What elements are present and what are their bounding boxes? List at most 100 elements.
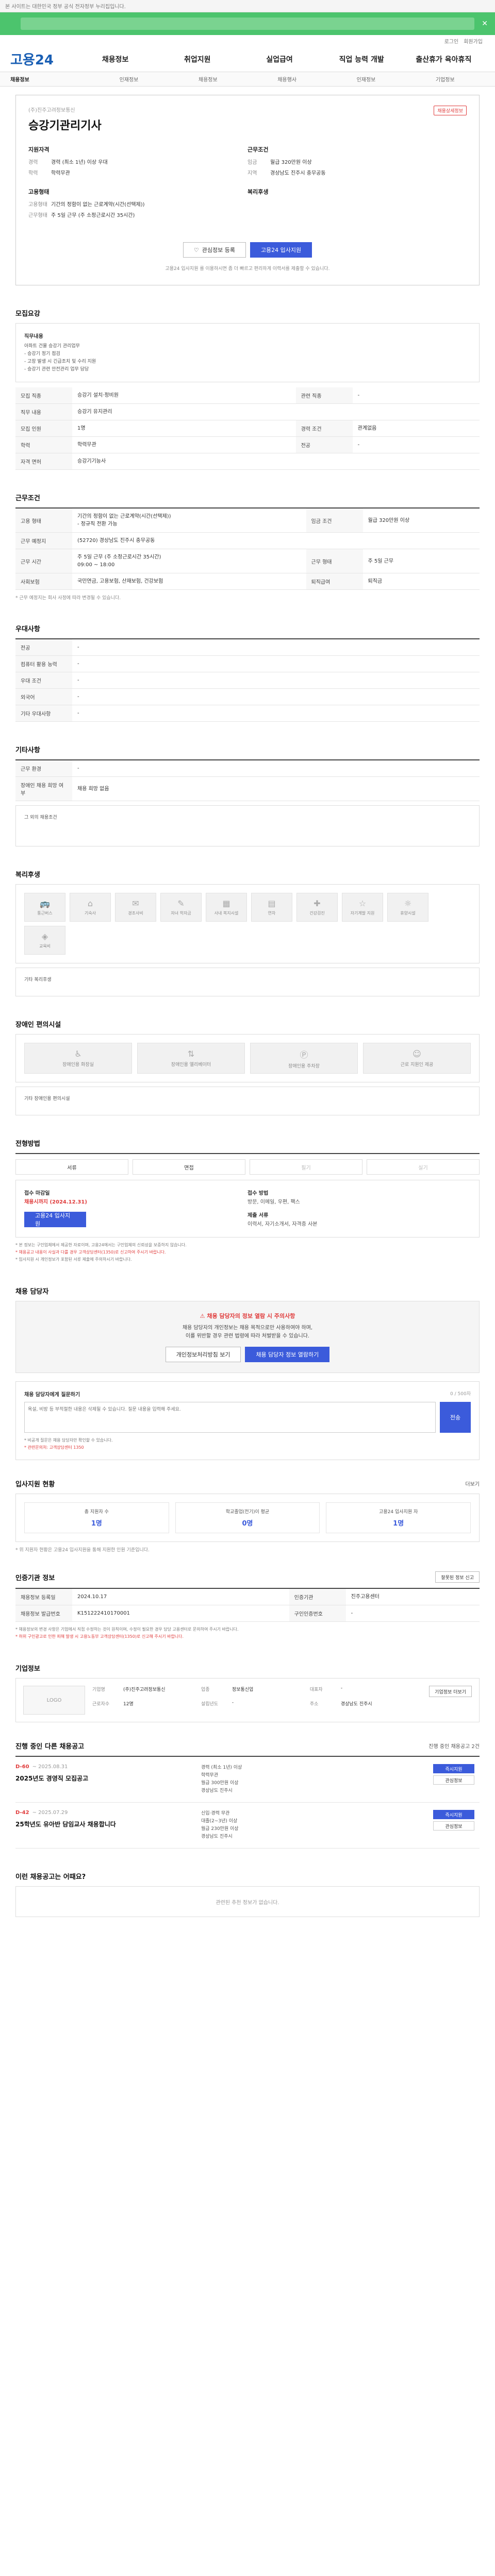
work-col: 근무조건 임금 월급 320만원 이상 지역 경상남도 진주시 충무공동	[248, 145, 467, 179]
table-value: K151222410170001	[72, 1605, 289, 1622]
subnav-item[interactable]: 채용정보	[169, 75, 248, 83]
disability-item: ⇅ 장애인용 엘리베이터	[137, 1043, 245, 1074]
related-apply-button[interactable]: 즉시지원	[433, 1810, 474, 1819]
welfare-label: 자녀 학자금	[171, 911, 191, 916]
table-value: -	[72, 655, 480, 672]
scrap-button-label: 관심정보 등록	[202, 247, 235, 253]
elevator-icon: ⇅	[187, 1049, 195, 1059]
related-scrap-button[interactable]: 관심정보	[433, 1775, 474, 1785]
related-info: 경력 (최소 1년) 이상 학력무관 월급 300만원 이상 경상남도 진주시	[201, 1765, 242, 1793]
related-date: ~ 2025.07.29	[32, 1810, 68, 1816]
report-button[interactable]: 잘못된 정보 신고	[435, 1571, 480, 1583]
method-value: 방문, 이메일, 우편, 팩스	[248, 1199, 300, 1205]
nav-item-jobs[interactable]: 채용정보	[74, 54, 156, 64]
summary-row: 경력 경력 (최소 1년) 이상 우대	[28, 158, 248, 165]
company-key: 근로자수	[92, 1702, 110, 1707]
view-contact-button[interactable]: 채용 담당자 정보 열람하기	[245, 1347, 330, 1362]
table-key: 경력 조건	[295, 420, 353, 437]
contact-buttons: 개인정보처리방침 보기 채용 담당자 정보 열람하기	[26, 1347, 469, 1362]
alert-icon: ⚠	[200, 1313, 207, 1319]
list-item[interactable]: D-60 ~ 2025.08.31 2025년도 경영직 모집공고 경력 (최소 …	[15, 1757, 480, 1803]
summary-value: 경상남도 진주시 충무공동	[270, 171, 326, 176]
list-item[interactable]: D-42 ~ 2025.07.29 25학년도 유아반 담임교사 채용합니다 신입…	[15, 1803, 480, 1849]
company-name[interactable]: (주)진주고려정보통신	[28, 106, 467, 113]
disability-item: ☺ 근로 지원인 제공	[363, 1043, 471, 1074]
table-key: 우대 조건	[15, 672, 72, 689]
welfare-item: ▦ 사내 복지시설	[206, 893, 247, 922]
other-heading: 기타사항	[15, 747, 40, 754]
welfare-extra-box: 기타 복리후생	[15, 968, 480, 996]
disability-box: ♿ 장애인용 화장실 ⇅ 장애인용 엘리베이터 Ⓟ 장애인용 주차장 ☺ 근로 지원인 …	[15, 1034, 480, 1082]
subnav-item[interactable]: 인재정보	[326, 75, 405, 83]
disability-item: ♿ 장애인용 화장실	[24, 1043, 132, 1074]
star-icon: ☆	[358, 899, 367, 908]
nav-item-leave[interactable]: 출산휴가 육아휴직	[403, 54, 485, 64]
contact-heading: 채용 담당자	[15, 1288, 49, 1296]
welfare-label: 사내 복지시설	[214, 911, 239, 916]
company-field: 주소 경상남도 진주시	[310, 1700, 419, 1713]
info-table: 채용정보 등록일 2024.10.17 인증기관 진주고용센터 채용정보 발급번호 K1…	[15, 1588, 480, 1622]
other-extra-label: 그 외의 채용조건	[24, 815, 57, 820]
gift-icon: ✉	[132, 899, 139, 908]
top-notice-bar: 본 사이트는 대한민국 정부 공식 전자정부 누리집입니다.	[0, 0, 495, 12]
table-value: 주 5일 근무 (주 소정근로시간 35시간) 09:00 ~ 18:00	[72, 549, 306, 573]
join-link[interactable]: 회원가입	[464, 37, 483, 45]
apply-button[interactable]: 고용24 입사지원	[250, 242, 312, 258]
qa-send-button[interactable]: 전송	[440, 1402, 471, 1433]
table-value: (52720) 경상남도 진주시 충무공동	[72, 532, 480, 549]
table-key: 외국어	[15, 688, 72, 705]
table-value: -	[352, 436, 480, 453]
related-apply-button[interactable]: 즉시지원	[433, 1764, 474, 1773]
subnav-item[interactable]: 채용행사	[248, 75, 326, 83]
related-title[interactable]: 2025년도 경영직 모집공고	[15, 1774, 201, 1783]
method-col: 접수 방법 방문, 이메일, 우편, 팩스 제출 서류 이력서, 자기소개서, …	[248, 1189, 471, 1229]
subnav-item[interactable]: 기업정보	[406, 75, 485, 83]
company-more-button[interactable]: 기업정보 더보기	[429, 1686, 472, 1697]
stat-number: 1명	[393, 1520, 404, 1528]
qa-input[interactable]	[24, 1402, 436, 1433]
nav-item-support[interactable]: 취업지원	[156, 54, 238, 64]
related-heading: 진행 중인 다른 채용공고	[15, 1743, 85, 1751]
table-key: 직무 내용	[15, 403, 72, 420]
logo[interactable]: 고용24	[10, 49, 54, 69]
table-value: 승강기 설치·정비원	[72, 387, 296, 404]
company-value: 정보통신업	[232, 1687, 254, 1692]
table-key: 컴퓨터 활용 능력	[15, 655, 72, 672]
welfare-item: ☼ 휴양시설	[387, 893, 428, 922]
company-heading: 기업정보	[15, 1665, 40, 1673]
table-row: 외국어 -	[15, 688, 480, 705]
step-practical: 실기	[367, 1159, 480, 1175]
process-heading: 전형방법	[15, 1140, 40, 1148]
nav-item-benefit[interactable]: 실업급여	[238, 54, 320, 64]
nav-item-training[interactable]: 직업 능력 개발	[321, 54, 403, 64]
close-icon[interactable]: ✕	[482, 20, 488, 28]
method-label: 접수 방법	[248, 1191, 269, 1196]
table-key: 모집 직종	[15, 387, 72, 404]
table-value: -	[72, 639, 480, 656]
related-actions: 즉시지원 관심정보	[428, 1810, 480, 1841]
book-icon: ✎	[177, 899, 185, 908]
stat-number: 1명	[91, 1520, 102, 1528]
license-link[interactable]: 승강기기능사	[72, 453, 480, 470]
related-title[interactable]: 25학년도 유아반 담임교사 채용합니다	[15, 1820, 201, 1828]
stats-heading: 입사지원 현황	[15, 1481, 55, 1488]
duty-text: 아파트 건물 승강기 관리업무 - 승강기 정기 점검 - 고장 발생 시 긴급…	[24, 344, 96, 372]
scrap-button[interactable]: ♡ 관심정보 등록	[183, 242, 246, 258]
warning-line: * 본 정보는 구인업체에서 제공한 자료이며, 고용24에서는 구인업체의 신…	[15, 1243, 187, 1247]
login-link[interactable]: 로그인	[444, 37, 459, 45]
stats-more-link[interactable]: 더보기	[465, 1480, 480, 1487]
related-date: ~ 2025.08.31	[32, 1764, 68, 1770]
education-icon: ◈	[41, 931, 48, 941]
table-value: -	[345, 1605, 480, 1622]
welfare-item: ✉ 경조사비	[115, 893, 156, 922]
related-scrap-button[interactable]: 관심정보	[433, 1821, 474, 1831]
summary-value: 경력 (최소 1년) 이상 우대	[51, 160, 108, 165]
privacy-button[interactable]: 개인정보처리방침 보기	[165, 1347, 241, 1362]
table-value: 승강기 유지관리	[72, 403, 480, 420]
contact-alert-text: 채용 담당자의 개인정보는 채용 목적으로만 사용하여야 하며, 이를 위반할 …	[182, 1325, 313, 1339]
subnav-item[interactable]: 채용정보	[10, 75, 89, 83]
subnav-item[interactable]: 인재정보	[89, 75, 168, 83]
warning-line: * 채용공고 내용이 사실과 다를 경우 고객상담센터(1350)로 신고하여 …	[15, 1250, 166, 1255]
company-key: 업종	[201, 1687, 210, 1692]
apply-button-2[interactable]: 고용24 입사지원	[24, 1212, 86, 1227]
